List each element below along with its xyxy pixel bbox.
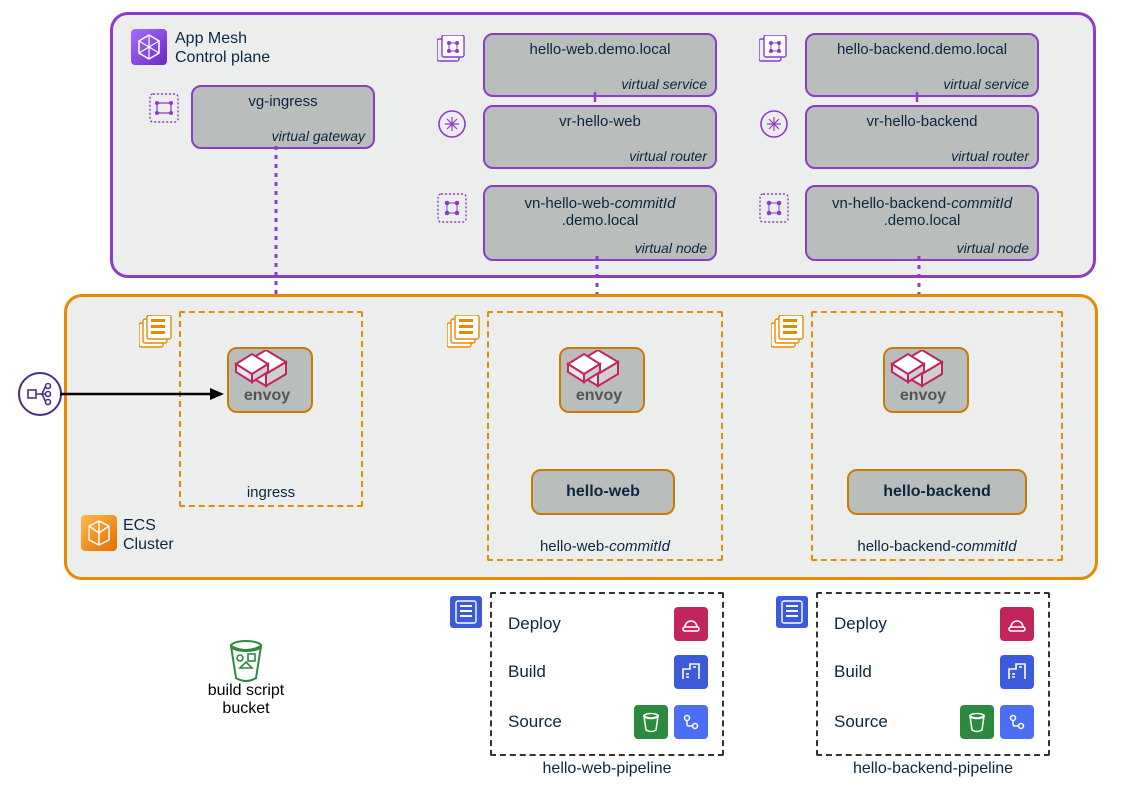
- ecs-icon: [81, 515, 117, 551]
- task-stack-icon-web: [447, 315, 481, 349]
- svg-text:envoy: envoy: [244, 387, 290, 404]
- stage-deploy-label: Deploy: [508, 614, 561, 634]
- elastic-load-balancer-icon: [18, 372, 62, 416]
- elb-to-envoy-arrow: [60, 384, 228, 404]
- bucket-label-line2: bucket: [186, 700, 306, 718]
- ecs-title-line1: ECS: [123, 517, 156, 534]
- stage-source-label: Source: [508, 712, 562, 732]
- s3-source-icon: [634, 705, 668, 739]
- ecs-cluster-plane: ECS Cluster ingress hello-web-commitId h…: [64, 294, 1098, 580]
- stage-build-label: Build: [508, 662, 546, 682]
- hello-backend-pipeline: Deploy Build Source hello-backend-pipeli…: [816, 592, 1050, 756]
- build-script-bucket: build script bucket: [186, 638, 306, 718]
- bucket-label-line1: build script: [186, 682, 306, 700]
- codecommit-icon: [674, 705, 708, 739]
- codebuild-icon: [1000, 655, 1034, 689]
- codebuild-icon: [674, 655, 708, 689]
- hello-web-pipeline: Deploy Build Source hello-web-pipeline: [490, 592, 724, 756]
- stage-deploy-label-b: Deploy: [834, 614, 887, 634]
- web-pipeline-name: hello-web-pipeline: [492, 760, 722, 778]
- codedeploy-icon: [1000, 607, 1034, 641]
- codepipeline-icon-web: [450, 596, 482, 628]
- task-stack-icon-backend: [771, 315, 805, 349]
- ecs-plane-title: ECS Cluster: [123, 516, 174, 554]
- envoy-icon-backend: envoy: [884, 350, 962, 404]
- task-stack-icon-ingress: [139, 315, 173, 349]
- codecommit-icon: [1000, 705, 1034, 739]
- backend-task-label: hello-backend-commitId: [813, 538, 1061, 555]
- envoy-icon-ingress: envoy: [228, 350, 306, 404]
- hello-web-container: hello-web: [531, 469, 675, 515]
- hello-backend-container: hello-backend: [847, 469, 1027, 515]
- s3-source-icon: [960, 705, 994, 739]
- codedeploy-icon: [674, 607, 708, 641]
- ingress-label: ingress: [181, 484, 361, 501]
- codepipeline-icon-backend: [776, 596, 808, 628]
- backend-pipeline-name: hello-backend-pipeline: [818, 760, 1048, 778]
- stage-build-label-b: Build: [834, 662, 872, 682]
- svg-text:envoy: envoy: [576, 387, 622, 404]
- stage-source-label-b: Source: [834, 712, 888, 732]
- ecs-title-line2: Cluster: [123, 536, 174, 553]
- envoy-icon-web: envoy: [560, 350, 638, 404]
- web-task-label: hello-web-commitId: [489, 538, 721, 555]
- svg-text:envoy: envoy: [900, 387, 946, 404]
